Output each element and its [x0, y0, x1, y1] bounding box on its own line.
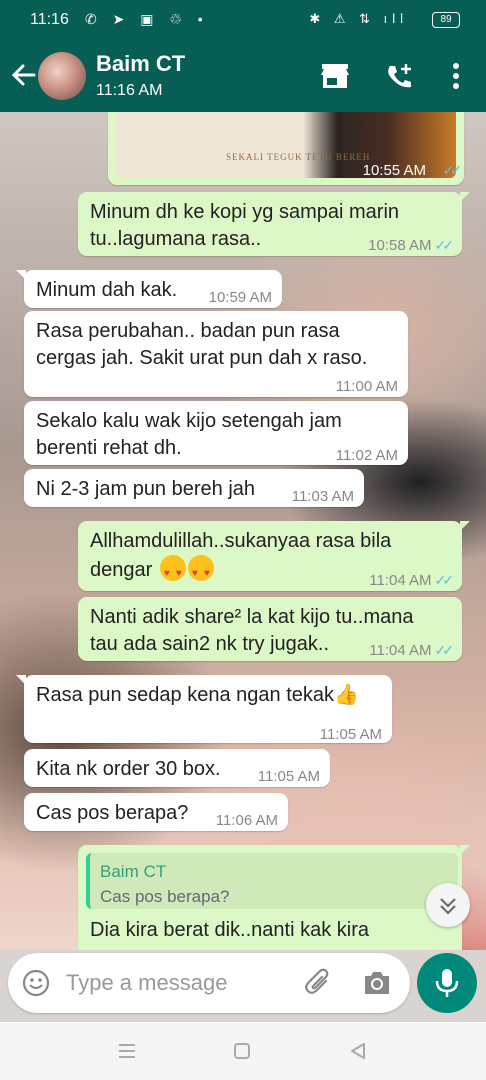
- system-nav-bar: [0, 1022, 486, 1080]
- message-bubble[interactable]: Rasa pun sedap kena ngan tekak👍 11:05 AM: [16, 675, 392, 743]
- message-bubble[interactable]: Nanti adik share² la kat kijo tu..mana ta…: [78, 597, 462, 661]
- message-text: Rasa perubahan.. badan pun rasa cergas ja…: [36, 320, 368, 369]
- back-nav-icon[interactable]: [348, 1041, 368, 1061]
- message-time: 10:55 AM ✓✓: [362, 162, 463, 179]
- message-input-bar[interactable]: Type a message: [8, 953, 410, 1013]
- emoji-icon[interactable]: [22, 969, 50, 997]
- notification-icons: ✆ ➤ ▣ ♲ •: [85, 11, 209, 27]
- read-ticks-icon: ✓✓: [434, 237, 455, 253]
- mic-button[interactable]: [417, 953, 477, 1013]
- scroll-down-icon: [440, 898, 456, 915]
- message-time: 11:00 AM: [335, 378, 398, 395]
- message-bubble[interactable]: Rasa perubahan.. badan pun rasa cergas ja…: [24, 311, 408, 397]
- shop-icon[interactable]: [320, 62, 350, 90]
- bubble-tail: [16, 675, 26, 685]
- message-text: Sekalo kalu wak kijo setengah jam berenti…: [36, 410, 342, 459]
- message-text: Cas pos berapa?: [36, 802, 189, 824]
- message-bubble[interactable]: Minum dah kak. 10:59 AM: [16, 270, 282, 308]
- bubble-tail: [16, 270, 26, 280]
- bubble-tail: [460, 845, 470, 855]
- message-text: Minum dah kak.: [36, 279, 178, 301]
- message-bubble[interactable]: Sekalo kalu wak kijo setengah jam berenti…: [24, 401, 408, 465]
- more-options-icon[interactable]: [452, 62, 460, 90]
- heart-eyes-emoji-icon: [159, 555, 186, 587]
- message-bubble[interactable]: Ni 2-3 jam pun bereh jah 11:03 AM: [24, 469, 364, 507]
- home-icon[interactable]: [233, 1042, 251, 1060]
- message-time: 11:03 AM: [291, 488, 354, 505]
- message-time: 11:05 AM: [319, 726, 382, 743]
- message-bubble[interactable]: Kita nk order 30 box. 11:05 AM: [24, 749, 330, 787]
- message-bubble[interactable]: Allhamdulillah..sukanyaa rasa bila denga…: [78, 521, 470, 591]
- scroll-down-button[interactable]: [426, 883, 470, 927]
- read-ticks-icon: ✓✓: [434, 642, 455, 658]
- bubble-tail: [460, 521, 470, 531]
- camera-icon[interactable]: [362, 969, 392, 997]
- add-call-icon[interactable]: [384, 62, 414, 92]
- read-ticks-icon: ✓✓: [434, 572, 455, 588]
- message-text: Dia kira berat dik..nanti kak kira: [90, 919, 370, 941]
- status-time: 11:16: [30, 11, 69, 28]
- contact-status: 11:16 AM: [96, 82, 163, 99]
- heart-eyes-emoji-icon: [187, 555, 214, 587]
- message-bubble[interactable]: Minum dh ke kopi yg sampai marin tu..lagu…: [78, 192, 470, 256]
- message-text: Minum dh ke kopi yg sampai marin tu..lagu…: [90, 201, 400, 250]
- bubble-tail: [460, 192, 470, 202]
- system-icons: ✱ ⚠ ⇅ ıll: [309, 11, 408, 26]
- contact-name[interactable]: Baim CT: [96, 51, 185, 77]
- status-bar: 11:16 ✆ ➤ ▣ ♲ • ✱ ⚠ ⇅ ıll 89: [0, 0, 486, 40]
- message-time: 11:04 AM ✓✓: [369, 642, 455, 659]
- back-arrow-icon[interactable]: [10, 58, 36, 92]
- chat-header: Baim CT 11:16 AM: [0, 40, 486, 112]
- mic-icon: [435, 969, 459, 997]
- image-caption-text: SEKALI TEGUK TETU BEREH: [226, 152, 371, 162]
- message-text: Nanti adik share² la kat kijo tu..mana ta…: [90, 606, 414, 655]
- message-input[interactable]: Type a message: [66, 970, 227, 996]
- image-message[interactable]: SEKALI TEGUK TETU BEREH 10:55 AM ✓✓: [108, 112, 464, 185]
- message-text: Rasa pun sedap kena ngan tekak👍: [36, 684, 359, 706]
- message-time: 11:06 AM: [215, 812, 278, 829]
- quoted-sender: Baim CT: [100, 862, 167, 881]
- chat-area[interactable]: SEKALI TEGUK TETU BEREH 10:55 AM ✓✓ Minum…: [0, 112, 486, 950]
- message-time: 10:58 AM ✓✓: [368, 237, 455, 254]
- message-text: Ni 2-3 jam pun bereh jah: [36, 478, 256, 500]
- message-time: 11:02 AM: [335, 447, 398, 464]
- quoted-text: Cas pos berapa?: [100, 887, 230, 906]
- attach-icon[interactable]: [304, 968, 334, 998]
- message-bubble[interactable]: Cas pos berapa? 11:06 AM: [24, 793, 288, 831]
- quoted-message[interactable]: Baim CT Cas pos berapa?: [86, 853, 458, 909]
- message-time: 11:04 AM ✓✓: [369, 572, 455, 589]
- battery-icon: 89: [432, 12, 460, 28]
- message-text: Allhamdulillah..sukanyaa rasa bila denga…: [90, 528, 391, 587]
- avatar[interactable]: [38, 52, 86, 100]
- message-text: Kita nk order 30 box.: [36, 758, 221, 780]
- message-time: 11:05 AM: [257, 768, 320, 785]
- read-ticks-icon: ✓✓: [442, 162, 463, 178]
- recent-apps-icon[interactable]: [117, 1042, 137, 1060]
- message-time: 10:59 AM: [208, 289, 272, 306]
- reply-message-bubble[interactable]: Baim CT Cas pos berapa? Dia kira berat d…: [78, 845, 470, 950]
